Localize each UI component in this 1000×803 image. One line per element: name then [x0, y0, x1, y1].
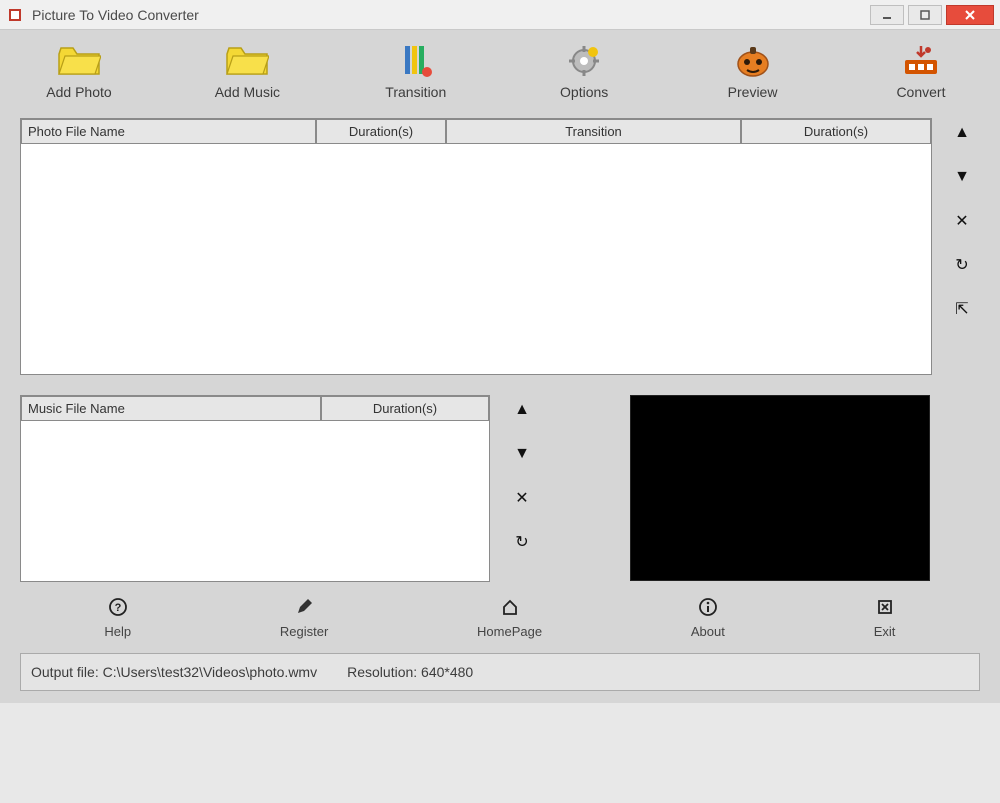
music-refresh-button[interactable]: ↻ [511, 531, 533, 553]
music-grid[interactable]: Music File Name Duration(s) [20, 395, 490, 582]
col-photo-transition[interactable]: Transition [446, 119, 741, 144]
collapse-icon: ⇱ [955, 299, 968, 319]
options-label: Options [560, 84, 608, 100]
add-music-button[interactable]: Add Music [202, 44, 292, 100]
photo-section: Photo File Name Duration(s) Transition D… [10, 110, 990, 387]
music-move-up-button[interactable]: ▲ [511, 399, 533, 421]
close-button[interactable] [946, 5, 994, 25]
col-music-duration[interactable]: Duration(s) [321, 396, 489, 421]
move-down-button[interactable]: ▼ [951, 166, 973, 188]
music-grid-header: Music File Name Duration(s) [21, 396, 489, 421]
resolution-text: Resolution: 640*480 [347, 664, 473, 680]
photo-grid-header: Photo File Name Duration(s) Transition D… [21, 119, 931, 144]
main-area: Add Photo Add Music Transition Options P… [0, 30, 1000, 703]
music-side-buttons: ▲ ▼ ✕ ↻ [504, 395, 540, 553]
register-button[interactable]: Register [280, 596, 328, 639]
col-photo-filename[interactable]: Photo File Name [21, 119, 316, 144]
arrow-down-icon: ▼ [954, 168, 970, 186]
photo-grid-body[interactable] [21, 144, 931, 374]
folder-icon [225, 44, 269, 78]
main-toolbar: Add Photo Add Music Transition Options P… [10, 38, 990, 110]
add-music-label: Add Music [215, 84, 280, 100]
help-icon: ? [107, 596, 129, 618]
refresh-icon: ↻ [515, 532, 528, 552]
music-section: Music File Name Duration(s) ▲ ▼ ✕ ↻ [10, 387, 990, 592]
pumpkin-icon [731, 44, 775, 78]
output-label: Output file: [31, 664, 99, 680]
refresh-icon: ↻ [955, 255, 968, 275]
help-label: Help [104, 624, 131, 639]
about-label: About [691, 624, 725, 639]
preview-button[interactable]: Preview [708, 44, 798, 100]
photo-side-buttons: ▲ ▼ ✕ ↻ ⇱ [944, 118, 980, 375]
transition-button[interactable]: Transition [371, 44, 461, 100]
arrow-down-icon: ▼ [514, 445, 530, 463]
info-icon [697, 596, 719, 618]
refresh-button[interactable]: ↻ [951, 254, 973, 276]
video-preview-panel[interactable] [630, 395, 930, 581]
convert-button[interactable]: Convert [876, 44, 966, 100]
output-file-text: Output file: C:\Users\test32\Videos\phot… [31, 664, 317, 680]
resolution-value: 640*480 [421, 664, 473, 680]
music-move-down-button[interactable]: ▼ [511, 443, 533, 465]
pencils-icon [394, 44, 438, 78]
pen-icon [293, 596, 315, 618]
about-button[interactable]: About [691, 596, 725, 639]
add-photo-label: Add Photo [46, 84, 111, 100]
arrow-up-icon: ▲ [954, 124, 970, 142]
transition-label: Transition [385, 84, 446, 100]
exit-button[interactable]: Exit [874, 596, 896, 639]
convert-icon [899, 44, 943, 78]
resolution-label: Resolution: [347, 664, 417, 680]
svg-text:?: ? [114, 602, 121, 614]
status-bar: Output file: C:\Users\test32\Videos\phot… [20, 653, 980, 691]
home-icon [499, 596, 521, 618]
homepage-label: HomePage [477, 624, 542, 639]
collapse-button[interactable]: ⇱ [951, 298, 973, 320]
bottom-toolbar: ? Help Register HomePage About Exit [10, 592, 990, 649]
app-icon [6, 6, 24, 24]
music-grid-body[interactable] [21, 421, 489, 581]
col-photo-duration1[interactable]: Duration(s) [316, 119, 446, 144]
register-label: Register [280, 624, 328, 639]
preview-label: Preview [728, 84, 778, 100]
col-music-filename[interactable]: Music File Name [21, 396, 321, 421]
add-photo-button[interactable]: Add Photo [34, 44, 124, 100]
titlebar: Picture To Video Converter [0, 0, 1000, 30]
maximize-button[interactable] [908, 5, 942, 25]
minimize-button[interactable] [870, 5, 904, 25]
homepage-button[interactable]: HomePage [477, 596, 542, 639]
exit-label: Exit [874, 624, 896, 639]
folder-icon [57, 44, 101, 78]
delete-button[interactable]: ✕ [951, 210, 973, 232]
arrow-up-icon: ▲ [514, 401, 530, 419]
window-title: Picture To Video Converter [32, 7, 870, 23]
output-path: C:\Users\test32\Videos\photo.wmv [103, 664, 318, 680]
options-button[interactable]: Options [539, 44, 629, 100]
music-delete-button[interactable]: ✕ [511, 487, 533, 509]
col-photo-duration2[interactable]: Duration(s) [741, 119, 931, 144]
gear-icon [562, 44, 606, 78]
help-button[interactable]: ? Help [104, 596, 131, 639]
x-icon: ✕ [515, 488, 528, 508]
exit-icon [874, 596, 896, 618]
x-icon: ✕ [955, 211, 968, 231]
convert-label: Convert [896, 84, 945, 100]
move-up-button[interactable]: ▲ [951, 122, 973, 144]
photo-grid[interactable]: Photo File Name Duration(s) Transition D… [20, 118, 932, 375]
